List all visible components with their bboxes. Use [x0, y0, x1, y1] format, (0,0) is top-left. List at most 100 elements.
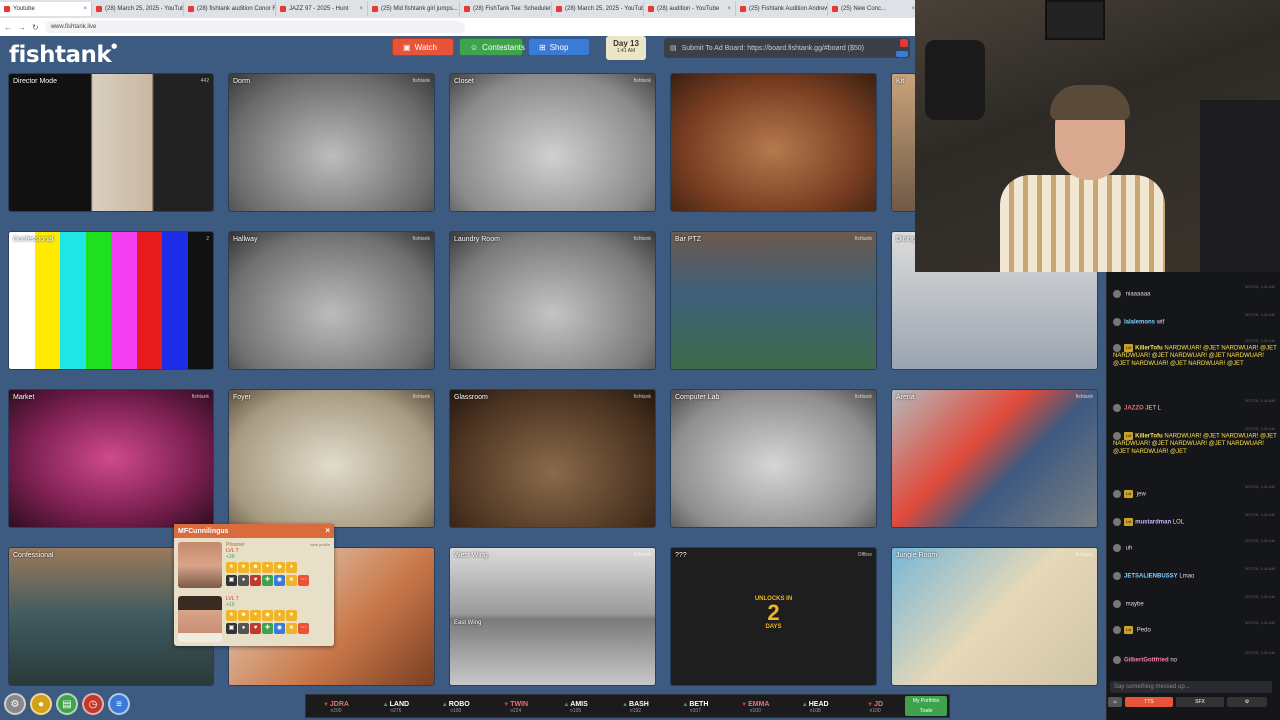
chat-username[interactable]: lalalemons: [1124, 320, 1155, 326]
camera-feed[interactable]: West Wing fishtank East Wing: [450, 548, 655, 685]
profile-link[interactable]: view profile: [310, 542, 330, 547]
emote-icon[interactable]: ✦: [262, 562, 273, 573]
camera-feed[interactable]: Director Mode 442: [9, 74, 213, 211]
ticker-item[interactable]: ▼JDRA ¤200: [306, 698, 366, 715]
camera-feed[interactable]: Dorm fishtank: [229, 74, 434, 211]
emote-icon[interactable]: ★: [238, 562, 249, 573]
emote-icon[interactable]: ♦: [274, 610, 285, 621]
contestants-button[interactable]: ☺ Contestants: [459, 38, 525, 56]
tab-close-icon[interactable]: ×: [727, 6, 731, 12]
emote-icon[interactable]: ◆: [262, 610, 273, 621]
emote-icon[interactable]: ✦: [250, 610, 261, 621]
chat-username[interactable]: JAZZO: [1124, 406, 1144, 412]
browser-tab[interactable]: Youtube ×: [0, 2, 92, 16]
reload-icon[interactable]: ↻: [32, 23, 39, 32]
user-avatar[interactable]: [1113, 600, 1121, 608]
user-avatar[interactable]: [1113, 656, 1121, 664]
user-avatar[interactable]: [1113, 490, 1121, 498]
emote-icon[interactable]: ★: [226, 562, 237, 573]
bomb-icon[interactable]: ●: [238, 623, 249, 634]
emote-icon[interactable]: ★: [286, 610, 297, 621]
browser-tab[interactable]: (28) audition - YouTube ×: [644, 2, 736, 16]
more-icon[interactable]: ⋯: [298, 575, 309, 586]
user-avatar[interactable]: [1113, 518, 1121, 526]
camera-feed[interactable]: ??? Offline UNLOCKS IN 2 DAYS: [671, 548, 876, 685]
tab-close-icon[interactable]: ×: [359, 6, 363, 12]
ad-close-icon[interactable]: [900, 39, 908, 47]
ticker-item[interactable]: ▲BETH ¤107: [665, 698, 725, 715]
heart-icon[interactable]: ♥: [250, 575, 261, 586]
camera-feed[interactable]: Bar PTZ fishtank: [671, 232, 876, 369]
bomb-icon[interactable]: ●: [238, 575, 249, 586]
tts-button[interactable]: TTS: [1125, 697, 1173, 707]
tab-close-icon[interactable]: ×: [83, 6, 87, 12]
user-avatar[interactable]: [1113, 318, 1121, 326]
browser-tab[interactable]: (25) Mid fishtank girl jumps...×: [368, 2, 460, 16]
user-avatar[interactable]: [1113, 404, 1121, 412]
contestant-avatar[interactable]: [178, 542, 222, 588]
fishtank-logo[interactable]: fishtank●: [9, 42, 117, 68]
ticker-item[interactable]: ▼EMMA ¤100: [725, 698, 785, 715]
camera-icon[interactable]: ▣: [226, 623, 237, 634]
user-avatar[interactable]: [1113, 544, 1121, 552]
star-icon[interactable]: ★: [286, 623, 297, 634]
camera-feed[interactable]: Foyer fishtank: [229, 390, 434, 527]
user-avatar[interactable]: [1113, 290, 1121, 298]
ad-action-icon[interactable]: [896, 51, 908, 57]
ticker-item[interactable]: ▲BASH ¤192: [606, 698, 666, 715]
gift-icon[interactable]: ✚: [262, 623, 273, 634]
emote-icon[interactable]: ☻: [238, 610, 249, 621]
camera-feed[interactable]: Confessional 2: [9, 232, 213, 369]
chat-username[interactable]: JETSALIENBUSSY: [1124, 574, 1178, 580]
camera-feed[interactable]: Arena fishtank: [892, 390, 1097, 527]
user-avatar[interactable]: [1113, 344, 1121, 352]
emote-icon[interactable]: ◆: [274, 562, 285, 573]
contestant-row[interactable]: LVL 7 +10 ★ ☻ ✦ ◆ ♦ ★ ▣ ● ♥ ✚ ◉ ★ ⋯: [178, 596, 330, 646]
smiley-icon[interactable]: ☺: [1108, 697, 1122, 707]
chat-input[interactable]: Say something messed up...: [1110, 681, 1272, 693]
close-icon[interactable]: ×: [325, 526, 330, 535]
browser-tab[interactable]: (25) New Conc... ×: [828, 2, 915, 16]
ticker-item[interactable]: ▼TWIN ¤224: [486, 698, 546, 715]
camera-feed[interactable]: Closet fishtank: [450, 74, 655, 211]
globe-icon[interactable]: ◉: [274, 575, 285, 586]
browser-tab[interactable]: (28) March 25, 2025 - YouTube×: [92, 2, 184, 16]
sfx-button[interactable]: SFX: [1176, 697, 1224, 707]
user-avatar[interactable]: [1113, 572, 1121, 580]
chat-settings-button[interactable]: ⚙: [1227, 697, 1267, 707]
chat-username[interactable]: KillerTofu: [1135, 346, 1163, 352]
camera-feed[interactable]: Market fishtank: [9, 390, 213, 527]
ticker-item[interactable]: ▼JD ¤100: [845, 698, 905, 715]
user-avatar[interactable]: [1113, 626, 1121, 634]
settings-icon[interactable]: ⚙: [4, 693, 26, 715]
star-icon[interactable]: ★: [286, 575, 297, 586]
forward-icon[interactable]: →: [18, 23, 26, 32]
shop-button[interactable]: ⊞ Shop: [528, 38, 590, 56]
camera-feed[interactable]: Hallway fishtank: [229, 232, 434, 369]
browser-tab[interactable]: (25) Fishtank Audition Andrew...×: [736, 2, 828, 16]
chat-username[interactable]: KillerTofu: [1135, 434, 1163, 440]
user-avatar[interactable]: [1113, 432, 1121, 440]
ticker-item[interactable]: ▲AMIS ¤105: [546, 698, 606, 715]
more-icon[interactable]: ⋯: [298, 623, 309, 634]
menu-icon[interactable]: ≡: [108, 693, 130, 715]
clock-icon[interactable]: ◷: [82, 693, 104, 715]
browser-tab[interactable]: (28) fishtank audition Conor Fi...×: [184, 2, 276, 16]
camera-feed[interactable]: [671, 74, 876, 211]
contestant-avatar[interactable]: [178, 596, 222, 642]
browser-tab[interactable]: (28) FishTank Tee: Scheduler...×: [460, 2, 552, 16]
browser-tab[interactable]: JAZZ 97 - 2025 - Hunt ×: [276, 2, 368, 16]
camera-feed[interactable]: Computer Lab fishtank: [671, 390, 876, 527]
camera-feed[interactable]: Laundry Room fishtank: [450, 232, 655, 369]
emote-icon[interactable]: ☻: [250, 562, 261, 573]
back-icon[interactable]: ←: [4, 23, 12, 32]
chat-username[interactable]: mustardman: [1135, 520, 1171, 526]
camera-feed[interactable]: Jungle Room fishtank: [892, 548, 1097, 685]
camera-feed[interactable]: Glassroom fishtank: [450, 390, 655, 527]
chat-username[interactable]: GilbertGottfried: [1124, 658, 1169, 664]
ticker-item[interactable]: ▲LAND ¤276: [366, 698, 426, 715]
browser-tab[interactable]: (28) March 25, 2025 - YouTube×: [552, 2, 644, 16]
inventory-icon[interactable]: ▤: [56, 693, 78, 715]
globe-icon[interactable]: ◉: [274, 623, 285, 634]
ticker-item[interactable]: ▲ROBO ¤100: [426, 698, 486, 715]
